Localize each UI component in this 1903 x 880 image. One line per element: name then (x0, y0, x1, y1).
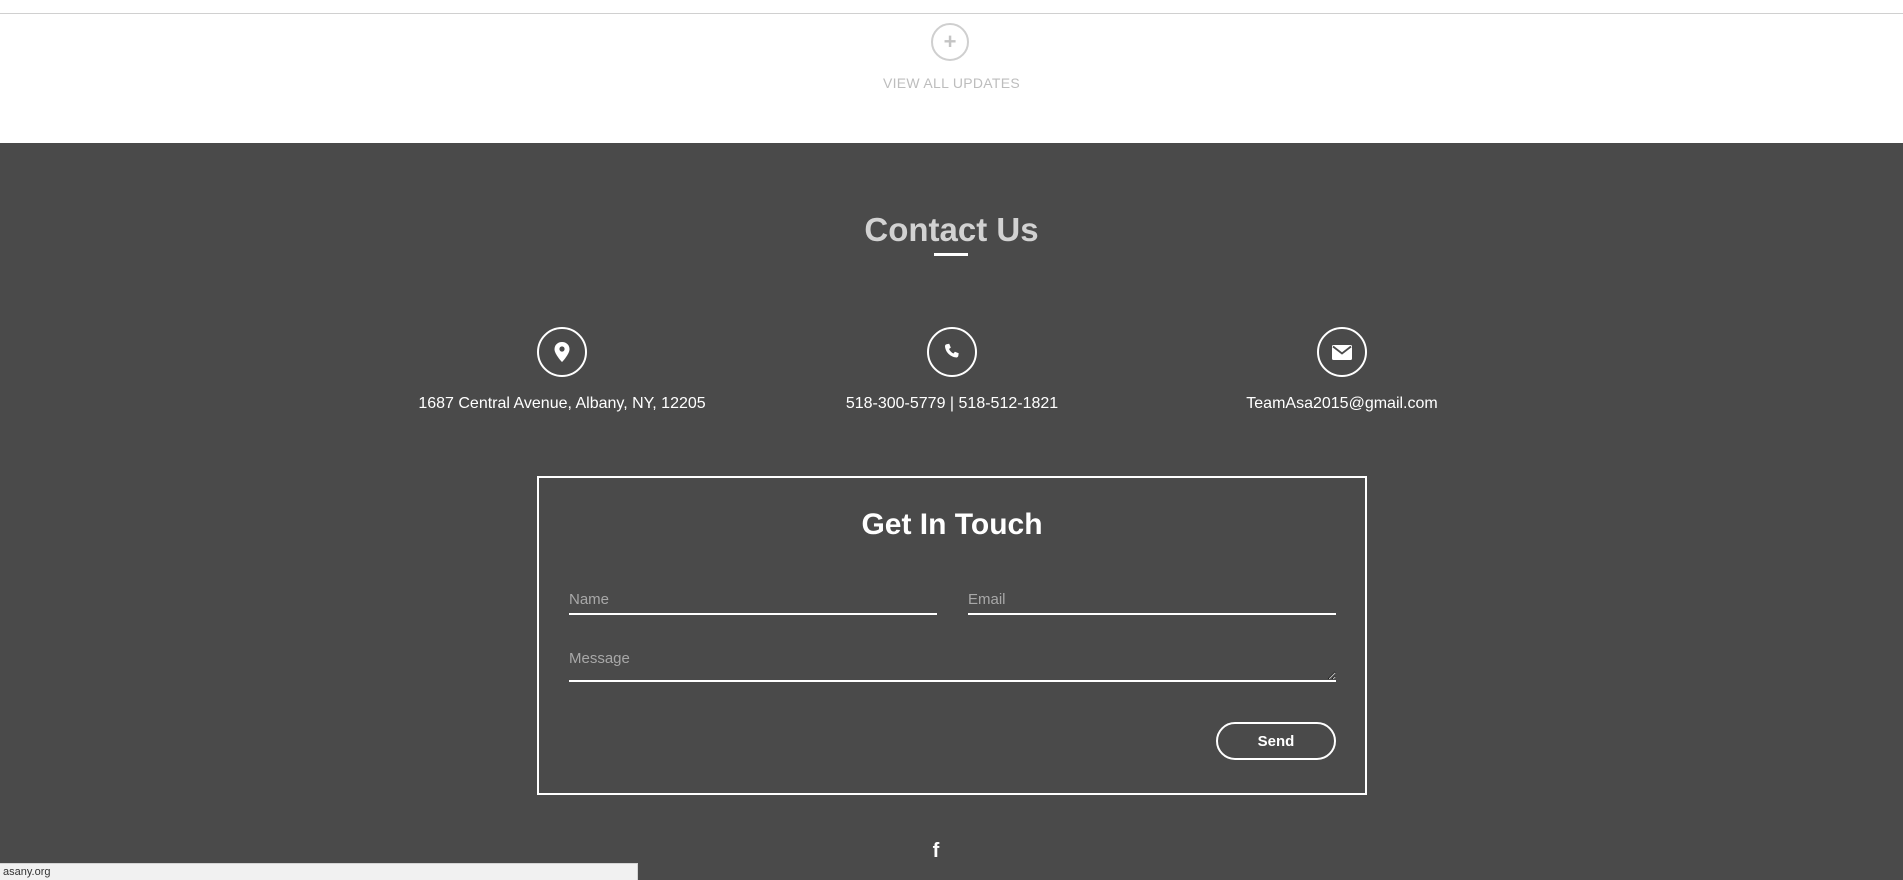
title-underline (934, 253, 968, 256)
browser-status-bar: asany.org (0, 863, 638, 880)
phone-icon[interactable] (927, 327, 977, 377)
facebook-icon[interactable]: f (926, 840, 946, 862)
envelope-icon[interactable] (1317, 327, 1367, 377)
name-input[interactable] (569, 585, 937, 615)
contact-section: Contact Us 1687 Central Avenue, Albany, … (0, 143, 1903, 880)
updates-section: + VIEW ALL UPDATES (0, 0, 1903, 143)
view-all-updates-link[interactable]: VIEW ALL UPDATES (0, 75, 1903, 91)
email-text[interactable]: TeamAsa2015@gmail.com (1142, 395, 1542, 413)
phone-text: 518-300-5779 | 518-512-1821 (845, 395, 1059, 412)
address-text: 1687 Central Avenue, Albany, NY, 12205 (418, 395, 706, 412)
contact-form: Get In Touch Send (537, 476, 1367, 795)
map-pin-icon (537, 327, 587, 377)
form-title: Get In Touch (861, 508, 1043, 541)
contact-title: Contact Us (864, 211, 1039, 248)
email-input[interactable] (968, 585, 1336, 615)
message-textarea[interactable] (569, 650, 1336, 682)
send-button[interactable]: Send (1216, 722, 1336, 760)
divider (0, 13, 1903, 14)
view-all-plus-button[interactable]: + (931, 23, 969, 61)
plus-icon: + (943, 29, 957, 54)
